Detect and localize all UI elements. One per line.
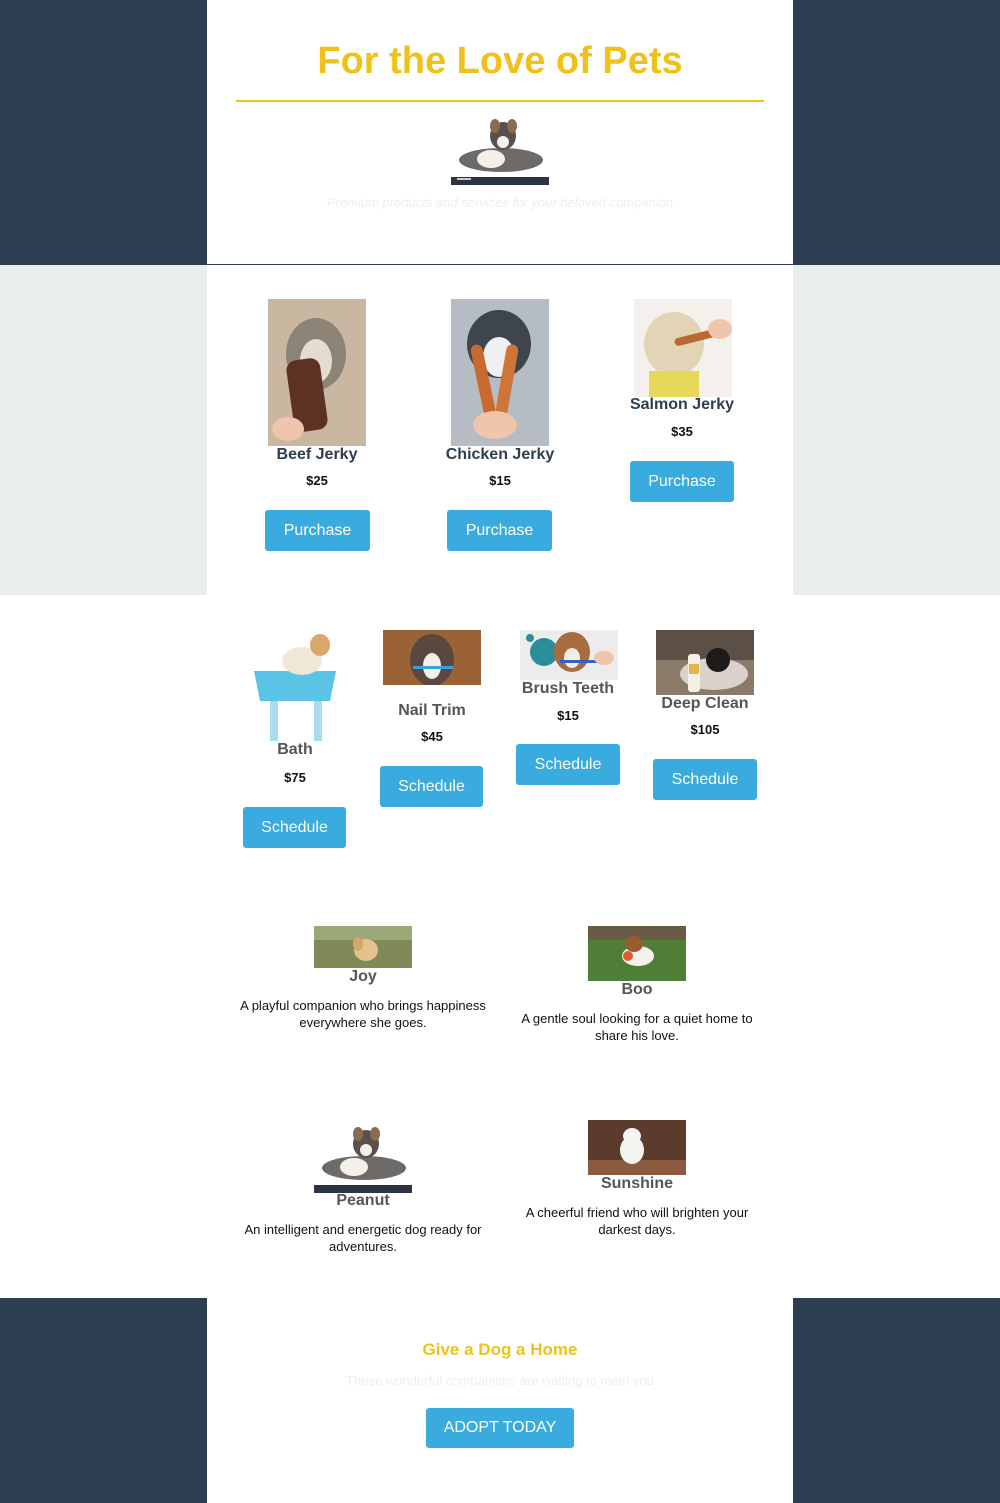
dog-description: A playful companion who brings happiness… <box>240 998 486 1030</box>
dog-description: An intelligent and energetic dog ready f… <box>244 1222 482 1254</box>
product-image <box>268 299 366 446</box>
dog-photo <box>588 1120 686 1175</box>
dog-photo <box>588 926 686 981</box>
header-section: For the Love of Pets Premium products an… <box>207 0 793 264</box>
dog-photo <box>314 926 412 968</box>
schedule-button[interactable]: Schedule <box>380 766 483 807</box>
product-name: Beef Jerky <box>276 446 358 463</box>
header-subtitle: Premium products and services for your b… <box>326 195 674 210</box>
services-section: Bath $75 Schedule Nail Trim $45 Schedule… <box>207 595 793 1300</box>
dog-description: A gentle soul looking for a quiet home t… <box>521 1011 753 1043</box>
product-price: $15 <box>489 473 511 488</box>
dog-name: Boo <box>621 981 653 998</box>
purchase-button[interactable]: Purchase <box>630 461 734 502</box>
dog-description: A cheerful friend who will brighten your… <box>525 1205 749 1237</box>
service-price: $75 <box>284 770 306 785</box>
product-name: Chicken Jerky <box>445 446 555 463</box>
purchase-button[interactable]: Purchase <box>447 510 552 551</box>
service-price: $105 <box>690 722 720 737</box>
service-image <box>383 630 481 685</box>
dog-name: Peanut <box>336 1192 390 1209</box>
product-price: $25 <box>306 473 328 488</box>
schedule-button[interactable]: Schedule <box>243 807 346 848</box>
footer-subtitle: These wonderful companions are waiting t… <box>346 1373 654 1388</box>
service-image <box>244 629 346 741</box>
footer-title: Give a Dog a Home <box>422 1340 578 1359</box>
dog-name: Joy <box>349 968 377 985</box>
page-title: For the Love of Pets <box>317 40 683 82</box>
schedule-button[interactable]: Schedule <box>653 759 757 800</box>
service-price: $45 <box>421 729 443 744</box>
service-image <box>656 630 754 695</box>
footer-section: Give a Dog a Home These wonderful compan… <box>207 1298 793 1503</box>
service-name: Deep Clean <box>661 695 749 712</box>
title-divider <box>236 100 764 102</box>
purchase-button[interactable]: Purchase <box>265 510 370 551</box>
products-section: Beef Jerky $25 Purchase Chicken Jerky $1… <box>207 265 793 595</box>
dog-photo <box>314 1120 412 1193</box>
schedule-button[interactable]: Schedule <box>516 744 620 785</box>
hero-dog-photo <box>451 112 549 185</box>
dog-name: Sunshine <box>600 1175 673 1192</box>
product-name: Salmon Jerky <box>629 396 735 413</box>
product-image <box>451 299 549 446</box>
product-price: $35 <box>671 424 693 439</box>
adopt-today-button[interactable]: ADOPT TODAY <box>426 1408 574 1448</box>
product-image <box>634 299 732 397</box>
service-image <box>520 630 618 680</box>
